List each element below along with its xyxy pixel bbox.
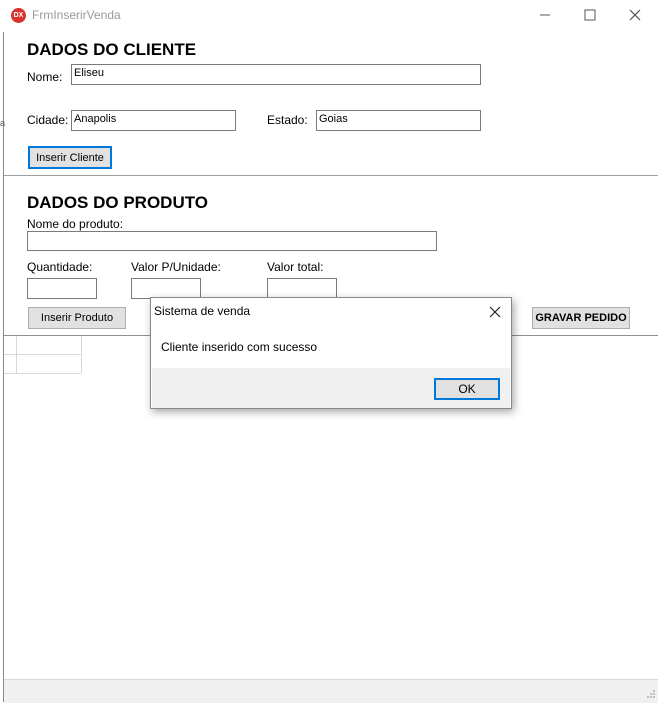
valor-total-input[interactable]: [267, 278, 337, 299]
cliente-section-title: DADOS DO CLIENTE: [27, 40, 197, 59]
minimize-icon: [540, 14, 550, 16]
close-icon: [489, 306, 501, 318]
valor-unidade-input[interactable]: [131, 278, 201, 299]
valor-total-label: Valor total:: [267, 260, 324, 274]
cidade-label: Cidade:: [27, 113, 69, 127]
nome-produto-label: Nome do produto:: [27, 217, 124, 231]
nome-input[interactable]: Eliseu: [71, 64, 481, 85]
inserir-produto-button[interactable]: Inserir Produto: [28, 307, 126, 329]
resize-grip-icon[interactable]: [646, 689, 656, 699]
quantidade-input[interactable]: [27, 278, 97, 299]
close-icon: [629, 9, 641, 21]
gravar-pedido-button[interactable]: GRAVAR PEDIDO: [532, 307, 630, 329]
grid-row-line: [4, 373, 81, 374]
nome-produto-input[interactable]: [27, 231, 437, 251]
status-bar: [4, 679, 658, 703]
app-icon: DX: [11, 8, 26, 23]
inserir-cliente-button[interactable]: Inserir Cliente: [28, 146, 112, 169]
close-button[interactable]: [612, 0, 658, 30]
minimize-button[interactable]: [522, 0, 568, 30]
grid-column-line: [16, 336, 17, 373]
background-window-edge: a: [0, 118, 6, 128]
cidade-input[interactable]: Anapolis: [71, 110, 236, 131]
maximize-icon: [584, 9, 596, 21]
message-dialog: Sistema de venda Cliente inserido com su…: [150, 297, 512, 409]
dialog-title: Sistema de venda: [154, 304, 251, 318]
section-divider: [4, 175, 658, 176]
maximize-button[interactable]: [567, 0, 613, 30]
dialog-message: Cliente inserido com sucesso: [161, 340, 318, 354]
quantidade-label: Quantidade:: [27, 260, 93, 274]
window-title: FrmInserirVenda: [32, 8, 121, 22]
produto-section-title: DADOS DO PRODUTO: [27, 193, 209, 212]
ok-button[interactable]: OK: [434, 378, 500, 400]
grid-column-line: [81, 336, 82, 373]
dialog-close-button[interactable]: [483, 302, 507, 322]
estado-label: Estado:: [267, 113, 308, 127]
nome-label: Nome:: [27, 70, 63, 84]
estado-input[interactable]: Goias: [316, 110, 481, 131]
valor-unidade-label: Valor P/Unidade:: [131, 260, 221, 274]
